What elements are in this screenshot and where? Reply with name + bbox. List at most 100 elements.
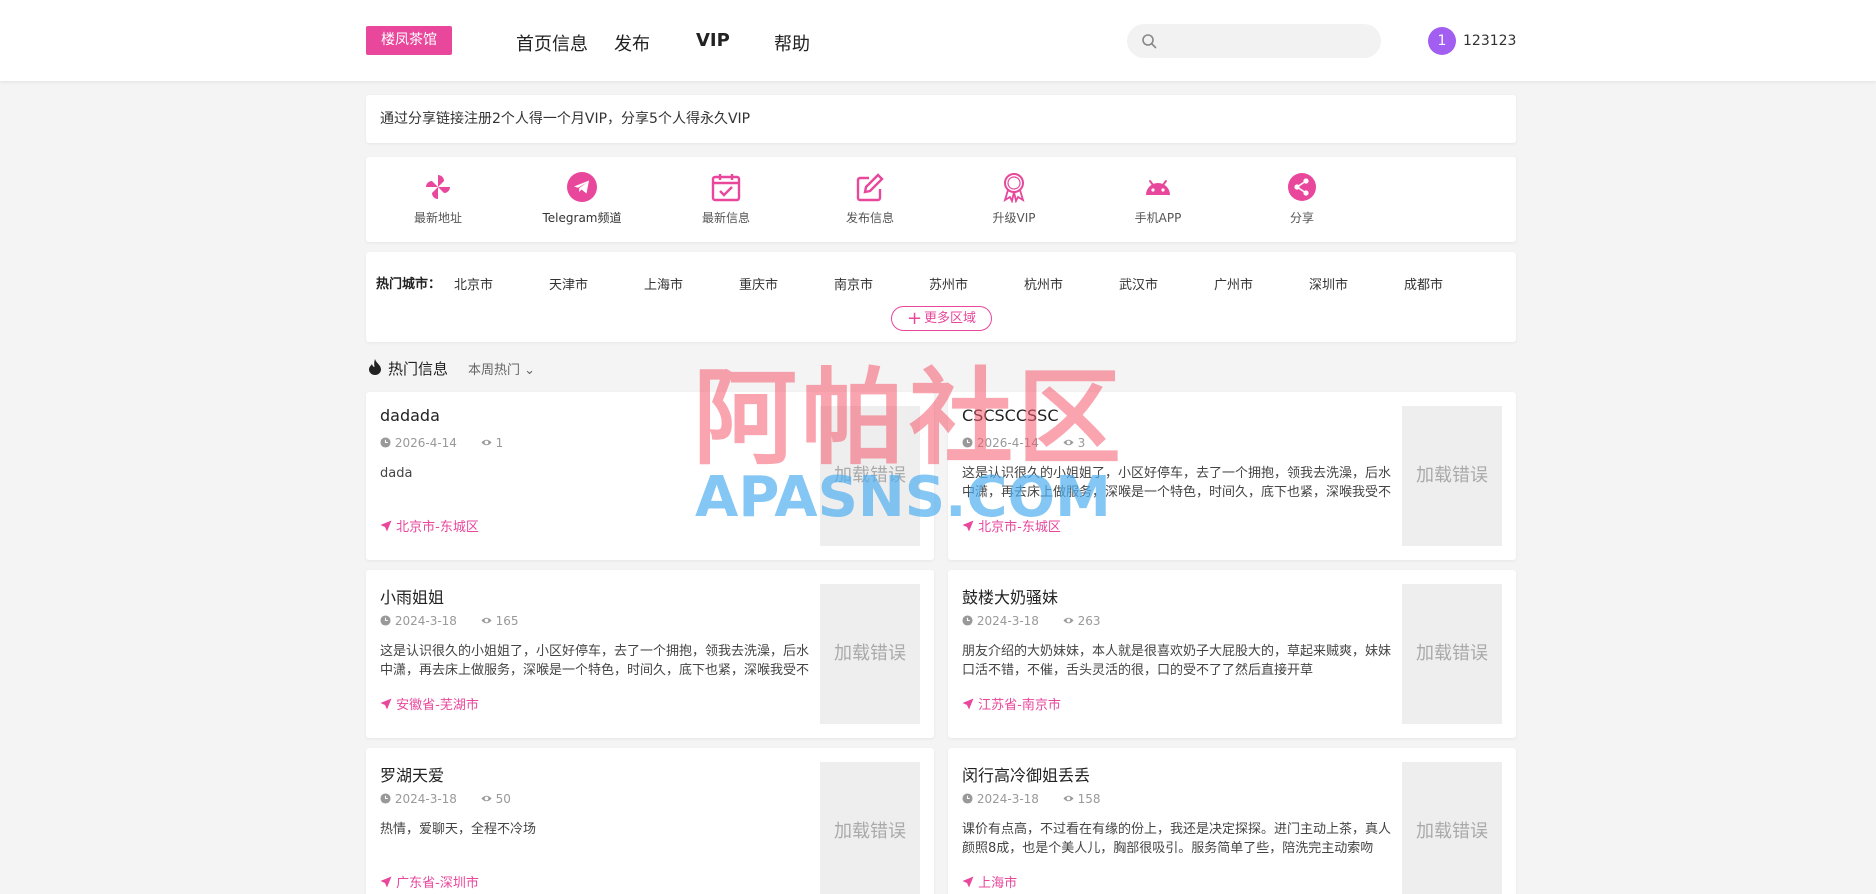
post-title[interactable]: 罗湖天爱	[380, 762, 444, 786]
nav-home[interactable]: 首页信息	[516, 30, 588, 56]
quick-link-telegram[interactable]: Telegram频道	[522, 171, 642, 226]
city-link[interactable]: 苏州市	[929, 274, 968, 293]
post-date: 2024-3-18	[976, 792, 1039, 806]
post-image[interactable]: 加载错误	[820, 762, 920, 894]
post-location[interactable]: 江苏省-南京市	[962, 694, 1061, 713]
city-link[interactable]: 北京市	[454, 274, 493, 293]
post-location-label: 广东省-深圳市	[396, 876, 479, 891]
post-card[interactable]: CSCSCCSSC 2026-4-14 3 这是认识很久的小姐姐了，小区好停车，…	[948, 392, 1516, 560]
location-arrow-icon	[380, 520, 392, 532]
post-meta: 2024-3-18 263	[962, 614, 1101, 628]
more-regions-button[interactable]: + 更多区域	[891, 306, 992, 331]
post-image[interactable]: 加载错误	[1402, 406, 1502, 546]
post-location[interactable]: 北京市-东城区	[962, 516, 1061, 535]
eye-icon	[1063, 795, 1074, 802]
post-views: 3	[1077, 436, 1086, 450]
post-location-label: 北京市-东城区	[978, 520, 1061, 535]
calendar-icon	[711, 174, 741, 202]
post-title[interactable]: 小雨姐姐	[380, 584, 444, 608]
post-date: 2026-4-14	[394, 436, 457, 450]
post-location[interactable]: 安徽省-芜湖市	[380, 694, 479, 713]
weekly-hot-label: 本周热门	[468, 363, 521, 378]
post-card[interactable]: 小雨姐姐 2024-3-18 165 这是认识很久的小姐姐了，小区好停车，去了一…	[366, 570, 934, 738]
quick-link-publish[interactable]: 发布信息	[810, 171, 930, 226]
post-meta: 2026-4-14 1	[380, 436, 503, 450]
post-meta: 2024-3-18 50	[380, 792, 511, 806]
post-location[interactable]: 上海市	[962, 872, 1017, 891]
quick-link-label: Telegram频道	[542, 211, 622, 225]
city-link[interactable]: 杭州市	[1024, 274, 1063, 293]
post-card[interactable]: 鼓楼大奶骚妹 2024-3-18 263 朋友介绍的大奶妹妹，本人就是很喜欢奶子…	[948, 570, 1516, 738]
post-location-label: 安徽省-芜湖市	[396, 698, 479, 713]
quick-link-label: 最新地址	[413, 211, 462, 225]
search-icon	[1142, 34, 1157, 49]
location-arrow-icon	[962, 698, 974, 710]
quick-link-label: 分享	[1289, 211, 1314, 225]
search-box[interactable]	[1127, 24, 1381, 58]
post-title[interactable]: 闵行高冷御姐丢丢	[962, 762, 1090, 786]
post-description: 这是认识很久的小姐姐了，小区好停车，去了一个拥抱，领我去洗澡，后水中潇，再去床上…	[380, 644, 810, 678]
quick-links-panel: 最新地址 Telegram频道 最新信息 发布信息 升级VIP 手机APP 分享	[366, 157, 1516, 242]
city-link[interactable]: 天津市	[549, 274, 588, 293]
post-views: 50	[495, 792, 511, 806]
site-logo-button[interactable]: 楼凤茶馆	[366, 26, 452, 55]
post-card[interactable]: 闵行高冷御姐丢丢 2024-3-18 158 课价有点高，不过看在有缘的份上，我…	[948, 748, 1516, 894]
city-link[interactable]: 深圳市	[1309, 274, 1348, 293]
post-meta: 2024-3-18 165	[380, 614, 519, 628]
post-views: 263	[1077, 614, 1101, 628]
post-title[interactable]: 鼓楼大奶骚妹	[962, 584, 1058, 608]
post-description: 热情，爱聊天，全程不冷场	[380, 822, 537, 837]
post-image[interactable]: 加载错误	[1402, 584, 1502, 724]
city-link[interactable]: 广州市	[1214, 274, 1253, 293]
city-link[interactable]: 武汉市	[1119, 274, 1158, 293]
quick-link-share[interactable]: 分享	[1242, 171, 1362, 226]
quick-link-latest-address[interactable]: 最新地址	[378, 171, 498, 226]
location-arrow-icon	[962, 876, 974, 888]
quick-link-upgrade-vip[interactable]: 升级VIP	[954, 171, 1074, 226]
post-card[interactable]: 罗湖天爱 2024-3-18 50 热情，爱聊天，全程不冷场 广东省-深圳市 加…	[366, 748, 934, 894]
post-image[interactable]: 加载错误	[820, 406, 920, 546]
post-card[interactable]: dadada 2026-4-14 1 dada 北京市-东城区 加载错误	[366, 392, 934, 560]
post-date: 2024-3-18	[976, 614, 1039, 628]
quick-link-label: 手机APP	[1134, 211, 1182, 225]
post-location[interactable]: 北京市-东城区	[380, 516, 479, 535]
quick-link-latest-info[interactable]: 最新信息	[666, 171, 786, 226]
nav-vip[interactable]: VIP	[696, 30, 730, 51]
share-notice: 通过分享链接注册2个人得一个月VIP，分享5个人得永久VIP	[366, 95, 1516, 143]
pinwheel-icon	[426, 175, 450, 199]
clock-icon	[962, 615, 973, 626]
hot-cities-panel: 热门城市： 北京市 天津市 上海市 重庆市 南京市 苏州市 杭州市 武汉市 广州…	[366, 252, 1516, 342]
username[interactable]: 123123	[1463, 33, 1516, 49]
user-avatar[interactable]: 1	[1428, 27, 1456, 55]
eye-icon	[1063, 439, 1074, 446]
city-link[interactable]: 成都市	[1404, 274, 1443, 293]
android-icon	[1146, 180, 1170, 195]
city-link[interactable]: 上海市	[644, 274, 683, 293]
chevron-down-icon: ⌄	[524, 363, 536, 378]
post-image[interactable]: 加载错误	[1402, 762, 1502, 894]
city-link[interactable]: 重庆市	[739, 274, 778, 293]
city-link[interactable]: 南京市	[834, 274, 873, 293]
quick-link-label: 发布信息	[845, 211, 894, 225]
post-location[interactable]: 广东省-深圳市	[380, 872, 479, 891]
quick-link-mobile-app[interactable]: 手机APP	[1098, 171, 1218, 226]
post-date: 2024-3-18	[394, 614, 457, 628]
post-location-label: 北京市-东城区	[396, 520, 479, 535]
eye-icon	[481, 795, 492, 802]
nav-publish[interactable]: 发布	[614, 30, 650, 56]
post-location-label: 江苏省-南京市	[978, 698, 1061, 713]
top-navbar: 楼凤茶馆 首页信息 发布 VIP 帮助 1 123123	[0, 0, 1876, 81]
weekly-hot-filter[interactable]: 本周热门 ⌄	[468, 359, 535, 378]
clock-icon	[962, 437, 973, 448]
post-title[interactable]: CSCSCCSSC	[962, 406, 1058, 425]
post-description: 朋友介绍的大奶妹妹，本人就是很喜欢奶子大屁股大的，草起来贼爽，妹妹口活不错，不催…	[962, 644, 1392, 678]
post-title[interactable]: dadada	[380, 406, 440, 425]
post-description: 课价有点高，不过看在有缘的份上，我还是决定探探。进门主动上茶，真人颜照8成，也是…	[962, 822, 1392, 856]
search-input[interactable]	[1165, 24, 1365, 58]
quick-link-label: 升级VIP	[992, 211, 1036, 225]
telegram-icon	[567, 172, 597, 202]
post-image[interactable]: 加载错误	[820, 584, 920, 724]
nav-help[interactable]: 帮助	[774, 30, 810, 56]
clock-icon	[380, 437, 391, 448]
post-description: 这是认识很久的小姐姐了，小区好停车，去了一个拥抱，领我去洗澡，后水中潇，再去床上…	[962, 466, 1392, 500]
